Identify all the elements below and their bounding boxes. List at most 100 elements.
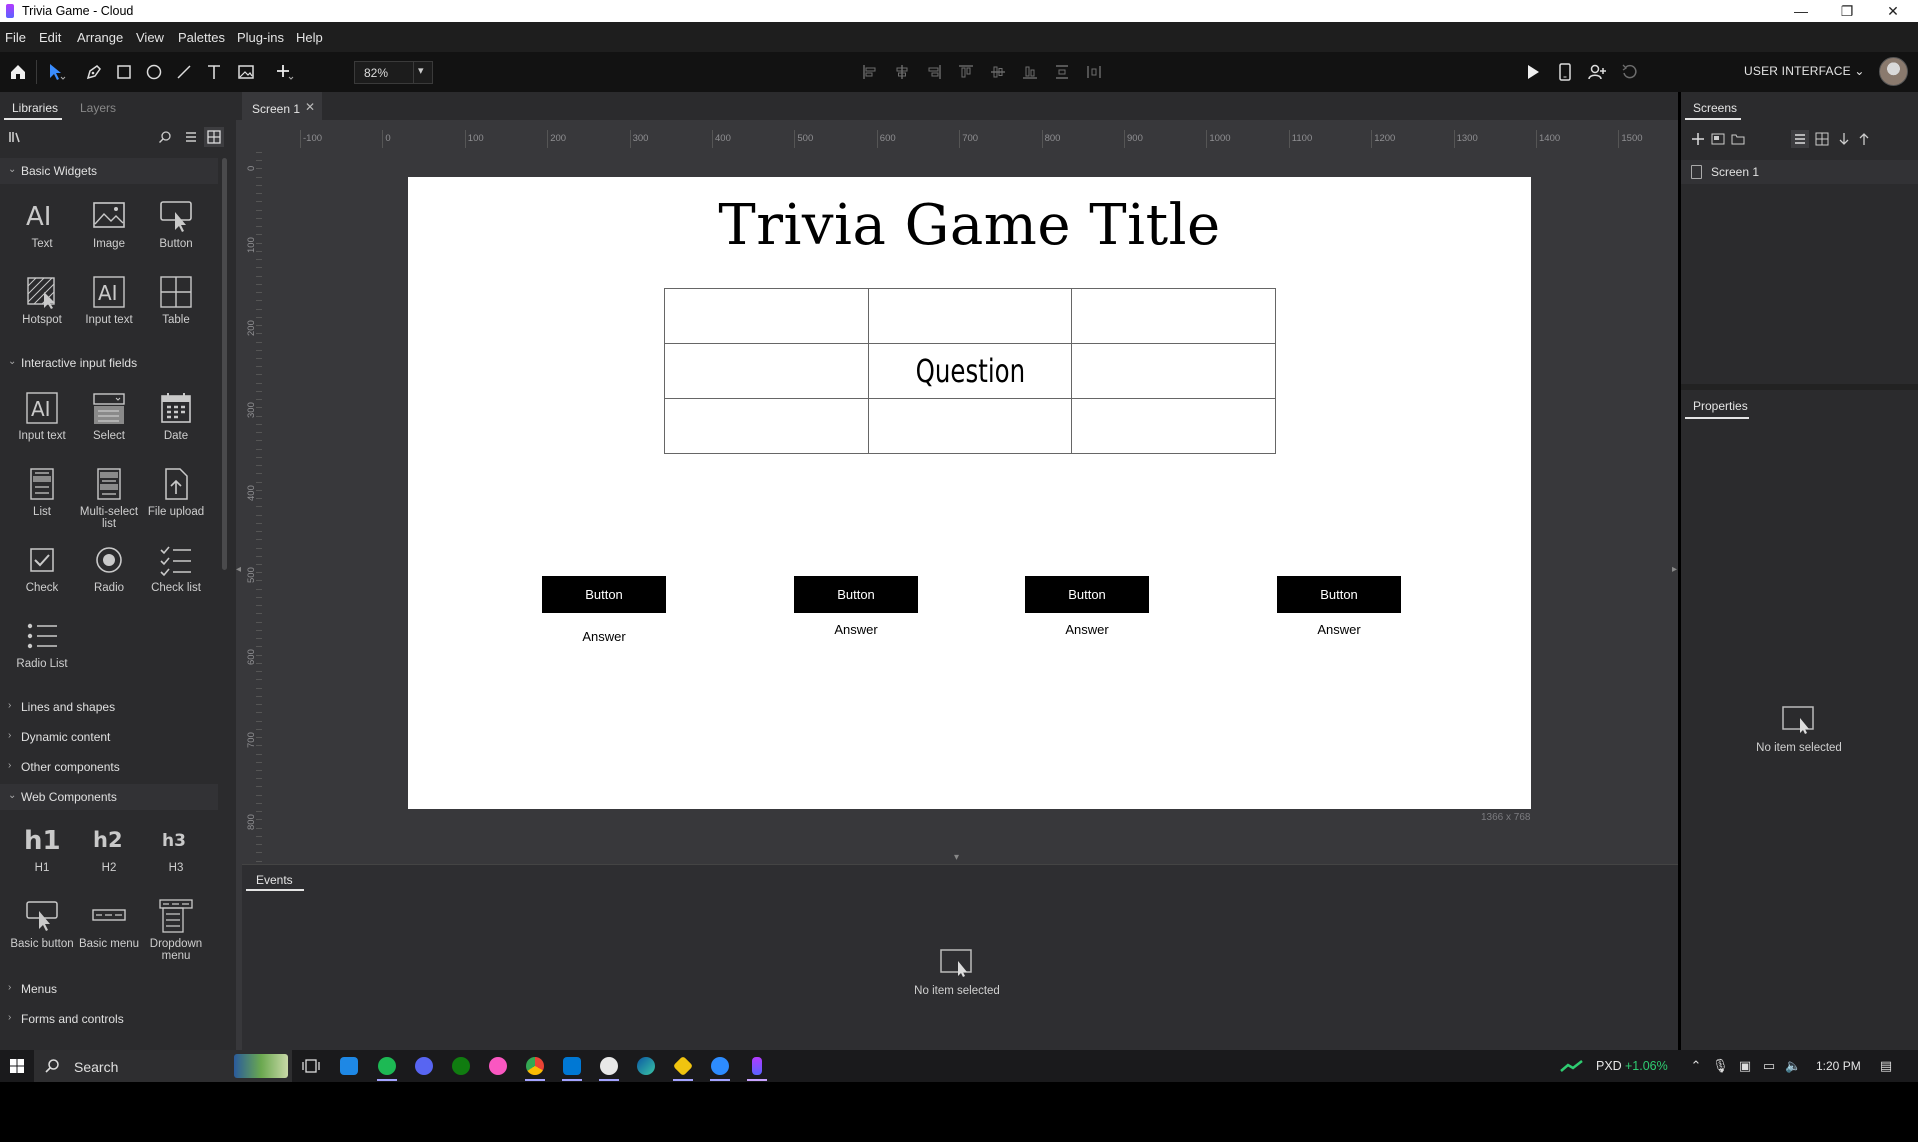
section-dynamic-content[interactable]: › Dynamic content — [0, 724, 218, 750]
section-other-components[interactable]: › Other components — [0, 754, 218, 780]
edge-app-icon[interactable] — [637, 1057, 655, 1075]
section-web-components[interactable]: ⌄ Web Components — [0, 784, 218, 810]
widget-hotspot[interactable]: Hotspot — [9, 268, 75, 338]
menu-palettes[interactable]: Palettes — [178, 30, 225, 45]
git-app-icon[interactable] — [672, 1055, 694, 1077]
table-cell[interactable] — [1071, 288, 1276, 344]
tray-overflow-icon[interactable]: ⌃ — [1688, 1058, 1704, 1074]
menu-plugins[interactable]: Plug-ins — [237, 30, 284, 45]
collapse-left-arrow-icon[interactable]: ◂ — [236, 564, 241, 575]
library-books-icon[interactable] — [8, 130, 22, 144]
widget-image[interactable]: Image — [76, 192, 142, 262]
menu-arrange[interactable]: Arrange — [77, 30, 123, 45]
close-window-button[interactable]: ✕ — [1870, 0, 1916, 22]
answer-button-1[interactable]: Button — [542, 576, 666, 613]
widget-radio[interactable]: Radio — [76, 536, 142, 606]
ellipse-tool-icon[interactable] — [144, 62, 164, 82]
zoom-app-icon[interactable] — [711, 1057, 729, 1075]
widget-basic-button[interactable]: Basic button — [9, 892, 75, 962]
image-tool-icon[interactable] — [236, 62, 256, 82]
widget-dropdown-menu[interactable]: Dropdown menu — [143, 892, 209, 962]
windows-start-button[interactable] — [0, 1050, 34, 1082]
webcam-icon[interactable]: ▣ — [1737, 1058, 1753, 1074]
menu-view[interactable]: View — [136, 30, 164, 45]
answer-label-2[interactable]: Answer — [794, 622, 918, 637]
widget-date[interactable]: Date — [143, 384, 209, 454]
widget-basic-menu[interactable]: Basic menu — [76, 892, 142, 962]
discord-app-icon[interactable] — [415, 1057, 433, 1075]
answer-button-4[interactable]: Button — [1277, 576, 1401, 613]
section-basic-widgets[interactable]: ⌄ Basic Widgets — [0, 158, 218, 184]
tab-events[interactable]: Events — [246, 865, 304, 891]
list-view-icon[interactable] — [1791, 130, 1809, 148]
move-down-icon[interactable] — [1837, 132, 1851, 146]
distribute-vertical-icon[interactable] — [1052, 62, 1072, 82]
vscode-app-icon[interactable] — [563, 1057, 581, 1075]
widget-table[interactable]: Table — [143, 268, 209, 338]
answer-button-2[interactable]: Button — [794, 576, 918, 613]
rectangle-tool-icon[interactable] — [114, 62, 134, 82]
table-cell[interactable] — [664, 398, 869, 454]
align-top-icon[interactable] — [956, 62, 976, 82]
artboard-screen-1[interactable]: Trivia Game Title Question Button Answer… — [408, 177, 1531, 809]
add-folder-icon[interactable] — [1731, 132, 1745, 146]
widget-check[interactable]: Check — [9, 536, 75, 606]
collapse-bottom-arrow-icon[interactable]: ▾ — [954, 852, 959, 863]
widget-h3[interactable]: h3 H3 — [143, 816, 209, 886]
select-tool-icon[interactable] — [46, 62, 66, 82]
answer-button-3[interactable]: Button — [1025, 576, 1149, 613]
network-icon[interactable]: ▭ — [1761, 1058, 1777, 1074]
table-cell[interactable] — [1071, 398, 1276, 454]
close-icon[interactable]: ✕ — [305, 100, 315, 114]
collapse-right-arrow-icon[interactable]: ▸ — [1672, 564, 1677, 575]
menu-edit[interactable]: Edit — [39, 30, 61, 45]
undo-icon[interactable] — [1620, 62, 1640, 82]
justinmind-app-icon[interactable] — [752, 1057, 762, 1075]
chevron-down-icon[interactable]: ▾ — [418, 64, 424, 77]
task-view-icon[interactable] — [302, 1057, 320, 1075]
add-component-icon[interactable] — [274, 62, 294, 82]
tab-screens[interactable]: Screens — [1693, 101, 1737, 115]
move-up-icon[interactable] — [1857, 132, 1871, 146]
restore-button[interactable]: ❐ — [1824, 0, 1870, 22]
notifications-icon[interactable]: ▤ — [1878, 1058, 1894, 1074]
add-screen-icon[interactable] — [1691, 132, 1705, 146]
align-bottom-icon[interactable] — [1020, 62, 1040, 82]
search-icon[interactable] — [158, 130, 172, 144]
widget-select[interactable]: Select — [76, 384, 142, 454]
table-cell-question[interactable]: Question — [867, 343, 1073, 399]
screen-list-item[interactable]: Screen 1 — [1681, 160, 1918, 184]
taskbar-search-box[interactable]: Search — [34, 1050, 292, 1082]
zoom-select[interactable]: 82% ▾ — [354, 61, 433, 84]
tab-layers[interactable]: Layers — [80, 101, 116, 115]
xbox-app-icon[interactable] — [452, 1057, 470, 1075]
question-table[interactable]: Question — [664, 288, 1276, 454]
answer-label-1[interactable]: Answer — [542, 629, 666, 644]
add-template-icon[interactable] — [1711, 132, 1725, 146]
home-icon[interactable] — [8, 62, 28, 82]
section-forms-and-controls[interactable]: › Forms and controls — [0, 1006, 218, 1032]
widget-input-text-2[interactable]: AI Input text — [9, 384, 75, 454]
align-center-h-icon[interactable] — [892, 62, 912, 82]
spotify-app-icon[interactable] — [378, 1057, 396, 1075]
align-left-icon[interactable] — [860, 62, 880, 82]
tab-properties[interactable]: Properties — [1693, 399, 1748, 413]
widget-check-list[interactable]: Check list — [143, 536, 209, 606]
grid-view-icon[interactable] — [204, 127, 224, 147]
widget-h1[interactable]: h1 H1 — [9, 816, 75, 886]
microphone-icon[interactable]: 🎙 — [1712, 1058, 1729, 1074]
line-tool-icon[interactable] — [174, 62, 194, 82]
answer-label-4[interactable]: Answer — [1277, 622, 1401, 637]
table-cell[interactable] — [1071, 343, 1276, 399]
distribute-horizontal-icon[interactable] — [1084, 62, 1104, 82]
table-cell[interactable] — [867, 398, 1073, 454]
mail-app-icon[interactable] — [340, 1057, 358, 1075]
widget-radio-list[interactable]: Radio List — [9, 612, 75, 682]
grid-view-icon[interactable] — [1815, 132, 1829, 146]
mode-dropdown[interactable]: USER INTERFACE ⌄ — [1744, 64, 1865, 78]
widget-multi-select-list[interactable]: Multi-select list — [76, 460, 142, 530]
list-view-icon[interactable] — [184, 130, 198, 144]
stock-change[interactable]: +1.06% — [1625, 1059, 1668, 1073]
minimize-button[interactable]: — — [1778, 0, 1824, 22]
table-cell[interactable] — [867, 288, 1073, 344]
